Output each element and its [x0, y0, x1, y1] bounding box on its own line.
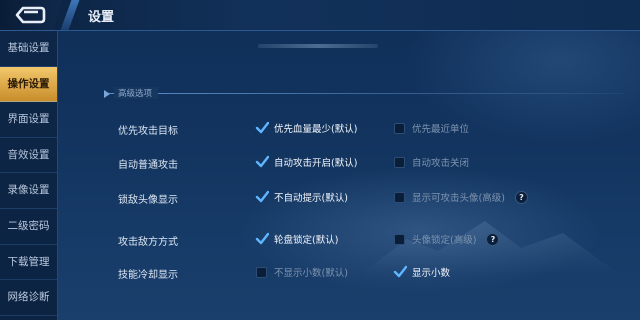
scroll-indicator[interactable]: [258, 44, 378, 48]
section-arrow-icon: [104, 90, 110, 98]
option-show-decimals[interactable]: 显示小数: [393, 264, 451, 280]
setting-label: 自动普通攻击: [118, 160, 178, 171]
option-label: 轮盘锁定(默认): [274, 235, 339, 246]
option-nearest-unit[interactable]: 优先最近单位: [394, 120, 469, 136]
checkbox-unchecked[interactable]: [394, 233, 405, 245]
option-no-auto-prompt[interactable]: 不自动提示(默认): [255, 189, 348, 205]
setting-row-lock-avatar: 锁敌头像显示 不自动提示(默认) 显示可攻击头像(高级) ?: [118, 187, 618, 207]
sidebar-item-secondary-password[interactable]: 二级密码: [0, 209, 57, 245]
option-label: 自动攻击开启(默认): [274, 158, 358, 169]
checkbox-unchecked[interactable]: [394, 156, 405, 168]
section-title: 高级选项: [114, 87, 159, 99]
back-button[interactable]: [0, 0, 62, 30]
section-divider: [104, 93, 624, 94]
sidebar-item-interface[interactable]: 界面设置: [0, 102, 57, 138]
setting-row-attack-target: 优先攻击目标 优先血量最少(默认) 优先最近单位: [118, 118, 618, 138]
checkmark-icon: [255, 190, 269, 202]
setting-row-auto-attack: 自动普通攻击 自动攻击开启(默认) 自动攻击关闭: [118, 152, 618, 172]
page-title: 设置: [88, 10, 115, 25]
checkmark-icon: [393, 265, 407, 277]
option-label: 不显示小数(默认): [274, 268, 348, 279]
checkbox-unchecked[interactable]: [256, 266, 267, 278]
sidebar-item-basic[interactable]: 基础设置: [0, 31, 57, 67]
sidebar-item-replay[interactable]: 录像设置: [0, 173, 57, 209]
checkbox-unchecked[interactable]: [394, 122, 405, 134]
section-header: 高级选项: [104, 87, 624, 101]
question-icon[interactable]: ?: [514, 190, 528, 204]
checkbox-checked[interactable]: [255, 190, 269, 203]
option-auto-attack-on[interactable]: 自动攻击开启(默认): [255, 154, 358, 170]
setting-row-cooldown-display: 技能冷却显示 不显示小数(默认) 显示小数: [118, 262, 618, 282]
option-label: 显示小数: [412, 268, 451, 279]
sidebar-item-network-diagnostics[interactable]: 网络诊断: [0, 280, 57, 316]
sidebar-item-downloads[interactable]: 下载管理: [0, 245, 57, 281]
header-divider: [60, 0, 80, 30]
sidebar-item-controls[interactable]: 操作设置: [0, 66, 57, 103]
checkmark-icon: [255, 121, 269, 133]
option-label: 优先血量最少(默认): [274, 124, 358, 135]
top-bar: 设置: [0, 0, 640, 31]
setting-label: 优先攻击目标: [118, 126, 178, 137]
checkbox-unchecked[interactable]: [394, 191, 405, 203]
checkmark-icon: [255, 155, 269, 167]
option-label: 显示可攻击头像(高级): [412, 193, 505, 204]
checkbox-checked[interactable]: [255, 121, 269, 134]
sidebar-item-sound[interactable]: 音效设置: [0, 138, 57, 174]
option-avatar-lock[interactable]: 头像锁定(高级) ?: [394, 231, 500, 247]
back-arrow-icon: [15, 6, 46, 24]
option-lowest-hp[interactable]: 优先血量最少(默认): [255, 120, 358, 136]
setting-label: 攻击敌方方式: [118, 237, 178, 248]
setting-label: 锁敌头像显示: [118, 195, 178, 206]
checkmark-icon: [255, 232, 269, 244]
checkbox-checked[interactable]: [255, 232, 269, 245]
checkbox-checked[interactable]: [393, 265, 407, 278]
option-label: 优先最近单位: [412, 124, 470, 135]
setting-label: 技能冷却显示: [118, 270, 178, 281]
option-no-decimals[interactable]: 不显示小数(默认): [256, 264, 348, 280]
setting-row-attack-mode: 攻击敌方方式 轮盘锁定(默认) 头像锁定(高级) ?: [118, 229, 618, 249]
option-label: 自动攻击关闭: [412, 158, 470, 169]
option-show-attackable-avatar[interactable]: 显示可攻击头像(高级) ?: [394, 189, 528, 205]
checkbox-checked[interactable]: [255, 155, 269, 168]
option-wheel-lock[interactable]: 轮盘锁定(默认): [255, 231, 339, 247]
question-icon[interactable]: ?: [486, 232, 500, 246]
option-auto-attack-off[interactable]: 自动攻击关闭: [394, 154, 469, 170]
option-label: 头像锁定(高级): [412, 235, 477, 246]
option-label: 不自动提示(默认): [274, 193, 348, 204]
sidebar: 基础设置 操作设置 界面设置 音效设置 录像设置 二级密码 下载管理 网络诊断: [0, 31, 58, 320]
